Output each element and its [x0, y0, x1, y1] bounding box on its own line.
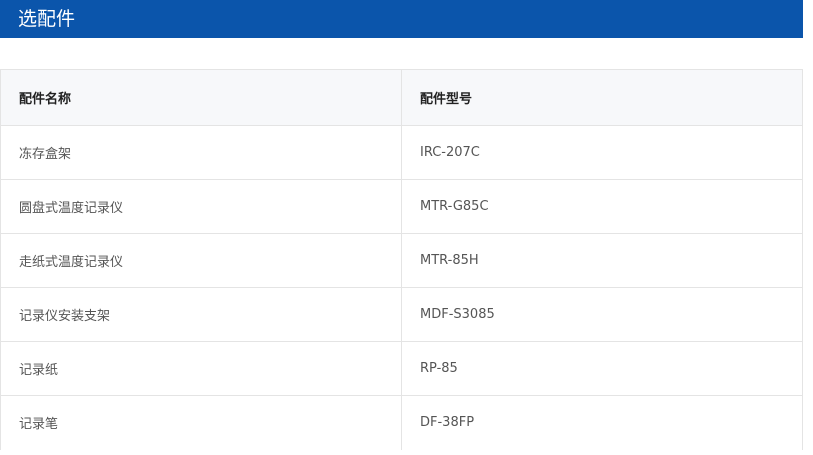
part-name-cell: 冻存盒架: [0, 125, 402, 180]
table-row: 记录纸 RP-85: [0, 341, 803, 396]
part-name-cell: 记录仪安装支架: [0, 287, 402, 342]
part-name-cell: 记录纸: [0, 341, 402, 396]
part-model-cell: MDF-S3085: [401, 287, 803, 342]
table-row: 走纸式温度记录仪 MTR-85H: [0, 233, 803, 288]
part-model-cell: RP-85: [401, 341, 803, 396]
accessories-table: 配件名称 配件型号 冻存盒架 IRC-207C 圆盘式温度记录仪 MTR-G85…: [0, 69, 803, 450]
part-model-cell: MTR-85H: [401, 233, 803, 288]
part-name-cell: 圆盘式温度记录仪: [0, 179, 402, 234]
part-model-cell: DF-38FP: [401, 395, 803, 450]
part-name-cell: 记录笔: [0, 395, 402, 450]
table-row: 圆盘式温度记录仪 MTR-G85C: [0, 179, 803, 234]
table-row: 记录仪安装支架 MDF-S3085: [0, 287, 803, 342]
part-model-cell: MTR-G85C: [401, 179, 803, 234]
part-name-cell: 走纸式温度记录仪: [0, 233, 402, 288]
table-row: 冻存盒架 IRC-207C: [0, 125, 803, 180]
part-model-cell: IRC-207C: [401, 125, 803, 180]
section-header: 选配件: [0, 0, 803, 38]
table-row: 记录笔 DF-38FP: [0, 395, 803, 450]
section-title: 选配件: [18, 8, 76, 30]
column-header-part-model: 配件型号: [401, 69, 803, 126]
table-header-row: 配件名称 配件型号: [0, 69, 803, 126]
column-header-part-name: 配件名称: [0, 69, 402, 126]
